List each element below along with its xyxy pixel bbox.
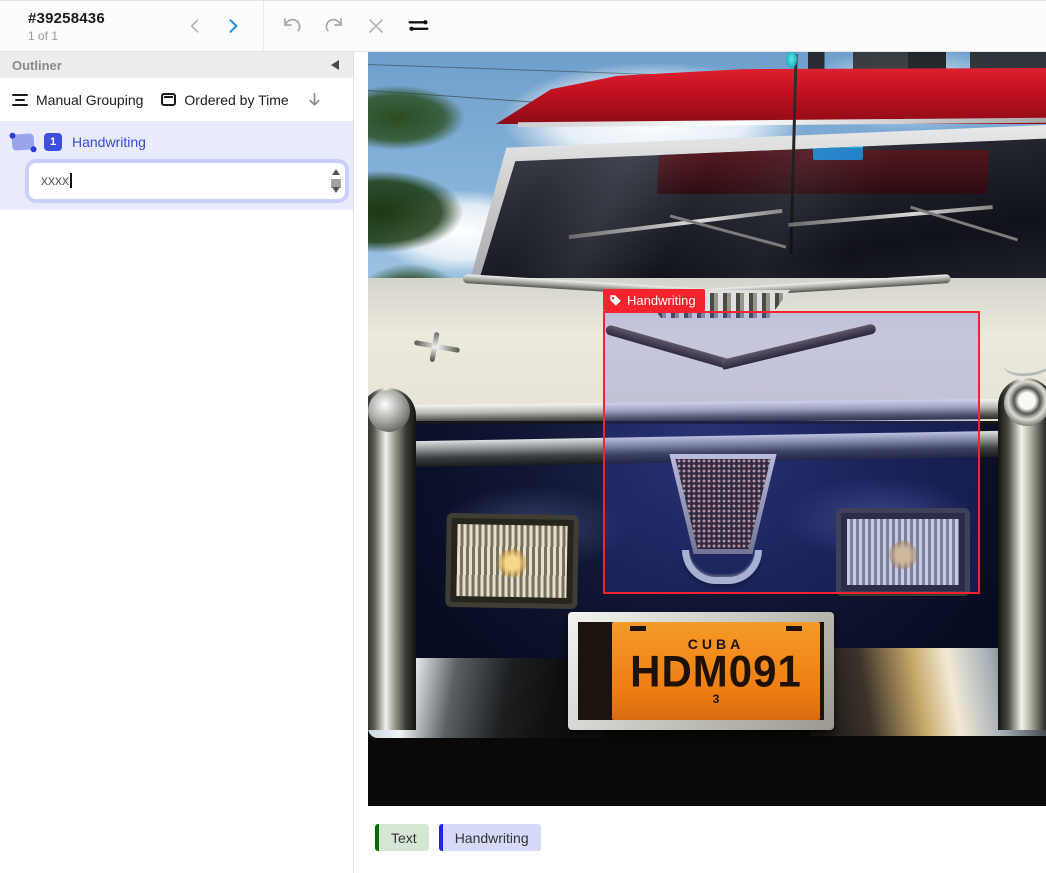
region-label: Handwriting <box>72 134 146 150</box>
guard-cap-right <box>1004 380 1046 426</box>
textarea-scrollbar[interactable] <box>329 166 342 196</box>
redo-button[interactable] <box>322 14 346 38</box>
tag-icon <box>609 294 622 307</box>
license-plate-frame: CUBA HDM091 3 <box>568 612 834 730</box>
grouping-icon <box>12 94 28 106</box>
region-index-badge: 1 <box>44 133 62 151</box>
region-text-input-wrap: xxxx <box>28 162 346 200</box>
region-list-item[interactable]: 1 Handwriting <box>0 125 353 159</box>
license-plate: CUBA HDM091 3 <box>612 622 820 720</box>
region-list: 1 Handwriting xxxx <box>0 122 353 210</box>
bounding-box-icon <box>11 133 34 150</box>
task-info: #39258436 1 of 1 <box>28 10 153 43</box>
annotation-workspace: 12 <box>354 52 1046 873</box>
next-task-button[interactable] <box>221 14 245 38</box>
sliders-icon <box>406 14 430 38</box>
outliner-title: Outliner <box>12 58 62 73</box>
close-icon <box>366 16 386 36</box>
task-image[interactable]: 12 <box>368 52 1046 806</box>
redo-icon <box>323 15 345 37</box>
annotation-tools <box>280 14 430 38</box>
task-count: 1 of 1 <box>28 29 153 43</box>
top-toolbar: #39258436 1 of 1 <box>0 0 1046 52</box>
region-tag: Handwriting <box>603 289 705 311</box>
guard-cap-left <box>368 390 410 432</box>
scroll-down-icon[interactable] <box>332 187 340 193</box>
toolbar-divider <box>263 0 264 52</box>
region-text-value: xxxx <box>41 172 69 188</box>
interior-visor <box>657 150 989 194</box>
grouping-label: Manual Grouping <box>36 92 143 108</box>
text-caret <box>70 173 72 188</box>
settings-button[interactable] <box>406 14 430 38</box>
collapse-left-icon <box>331 60 339 70</box>
chevron-left-icon <box>185 16 205 36</box>
task-id: #39258436 <box>28 10 153 27</box>
ordering-mode-button[interactable]: Ordered by Time <box>161 92 288 108</box>
outliner-panel: Outliner Manual Grouping Ordered by Time <box>0 52 354 873</box>
outliner-controls: Manual Grouping Ordered by Time <box>0 78 353 122</box>
reset-button[interactable] <box>364 14 388 38</box>
card-icon <box>161 93 176 106</box>
label-buttons: Text Handwriting <box>375 824 1046 851</box>
label-button-text[interactable]: Text <box>375 824 429 851</box>
outliner-empty-area <box>0 210 353 873</box>
collapse-panel-button[interactable] <box>327 57 343 73</box>
grouping-mode-button[interactable]: Manual Grouping <box>12 92 143 108</box>
sort-direction-button[interactable] <box>303 88 327 112</box>
arrow-down-icon <box>306 91 323 108</box>
region-tag-label: Handwriting <box>627 293 696 308</box>
region-text-input[interactable]: xxxx <box>28 162 346 200</box>
fog-light-left <box>445 513 579 609</box>
chevron-right-icon <box>223 16 243 36</box>
ordering-label: Ordered by Time <box>184 92 288 108</box>
undo-icon <box>281 15 303 37</box>
region-bounding-box[interactable]: Handwriting <box>603 311 980 594</box>
prev-task-button[interactable] <box>183 14 207 38</box>
outliner-header: Outliner <box>0 52 353 78</box>
plate-number: HDM091 <box>630 651 802 693</box>
task-navigation <box>183 14 245 38</box>
bumper-guard-right <box>998 378 1046 730</box>
label-button-handwriting[interactable]: Handwriting <box>439 824 541 851</box>
scroll-up-icon[interactable] <box>332 169 340 175</box>
undo-button[interactable] <box>280 14 304 38</box>
bumper-guard-left <box>368 388 416 730</box>
